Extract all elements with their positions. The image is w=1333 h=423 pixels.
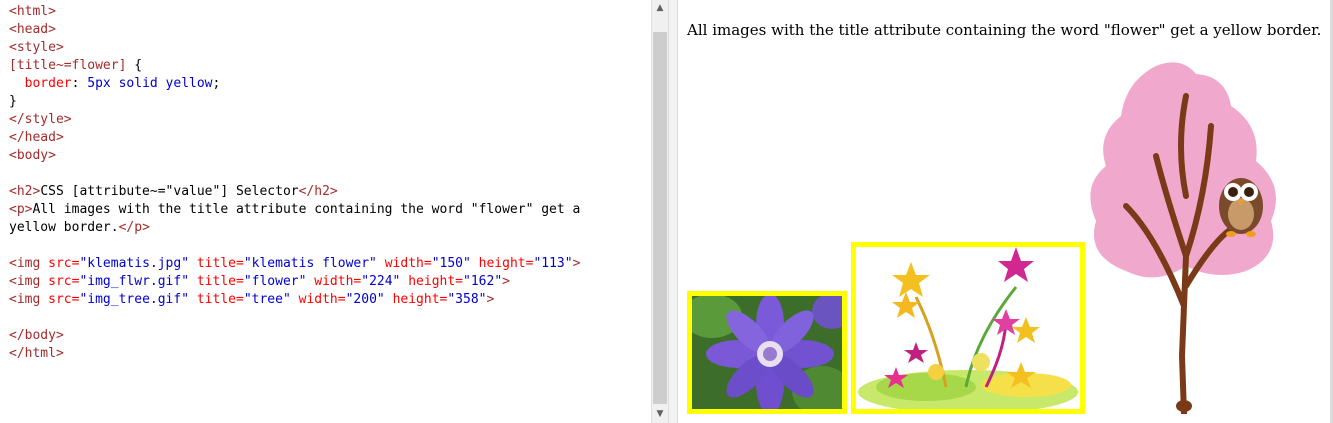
code-line[interactable]: <h2>CSS [attribute~="value"] Selector</h…	[9, 183, 580, 201]
flower-image	[851, 242, 1085, 414]
code-editor[interactable]: <html> <head> <style> [title~=flower] { bor…	[0, 0, 651, 423]
tree-image	[1086, 56, 1286, 414]
code-line[interactable]	[9, 165, 580, 183]
code-line[interactable]: yellow border.</p>	[9, 219, 580, 237]
code-line[interactable]: <body>	[9, 147, 580, 165]
scrollbar-thumb[interactable]	[653, 32, 667, 404]
code-line[interactable]	[9, 309, 580, 327]
chevron-down-icon[interactable]: ▼	[652, 406, 668, 423]
code-line[interactable]: <img src="klematis.jpg" title="klematis …	[9, 255, 580, 273]
code-line[interactable]: <img src="img_tree.gif" title="tree" wid…	[9, 291, 580, 309]
code-line[interactable]: }	[9, 93, 580, 111]
code-line[interactable]: [title~=flower] {	[9, 57, 580, 75]
code-line[interactable]: </html>	[9, 345, 580, 363]
result-preview: All images with the title attribute cont…	[678, 0, 1333, 423]
editor-scrollbar[interactable]: ▲ ▼	[651, 0, 668, 423]
code-line[interactable]	[9, 237, 580, 255]
code-line[interactable]: </style>	[9, 111, 580, 129]
pane-divider[interactable]	[668, 0, 678, 423]
code-line[interactable]: <p>All images with the title attribute c…	[9, 201, 580, 219]
code-line[interactable]: </body>	[9, 327, 580, 345]
code-line[interactable]: <head>	[9, 21, 580, 39]
code-line[interactable]: border: 5px solid yellow;	[9, 75, 580, 93]
preview-paragraph: All images with the title attribute cont…	[687, 21, 1322, 39]
code-line[interactable]: <style>	[9, 39, 580, 57]
code-line[interactable]: <html>	[9, 3, 580, 21]
code-line[interactable]: <img src="img_flwr.gif" title="flower" w…	[9, 273, 580, 291]
code-line[interactable]: </head>	[9, 129, 580, 147]
klematis-flower-image	[687, 291, 847, 414]
code-text[interactable]: <html> <head> <style> [title~=flower] { bor…	[9, 3, 580, 363]
chevron-up-icon[interactable]: ▲	[652, 0, 668, 17]
